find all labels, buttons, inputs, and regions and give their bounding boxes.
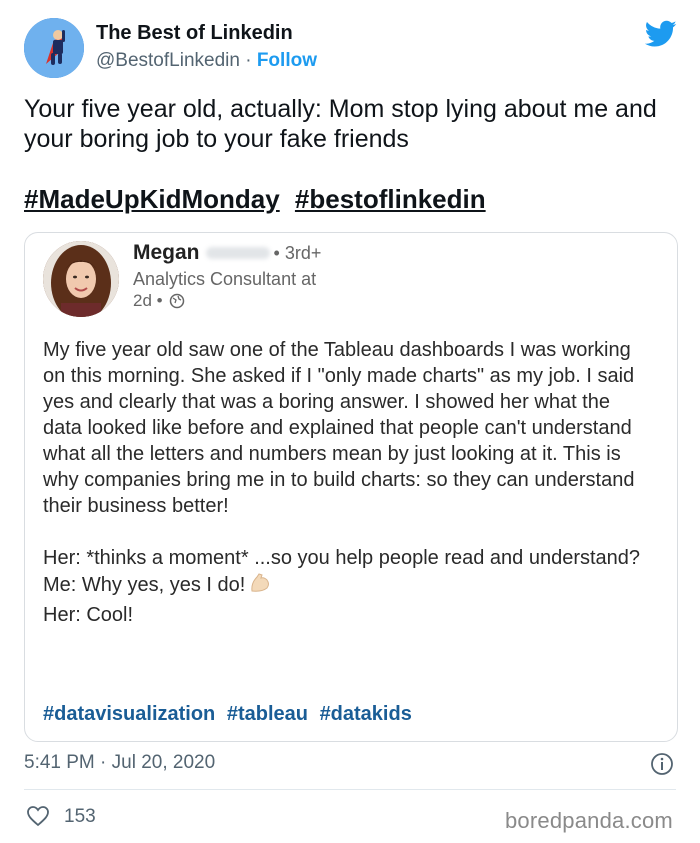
twitter-bird-icon[interactable] <box>645 20 677 48</box>
like-count: 153 <box>64 806 96 827</box>
linkedin-hashtags: #datavisualization #tableau #datakids <box>43 703 418 726</box>
post-body-tail: Her: Cool! <box>43 604 134 626</box>
boredpanda-watermark: boredpanda.com <box>505 808 673 833</box>
profile-photo-icon <box>43 241 119 317</box>
post-age: 2d • <box>133 291 185 311</box>
post-body-text: My five year old saw one of the Tableau … <box>43 339 641 596</box>
embedded-linkedin-post: Megan • 3rd+ Analytics Consultant at 2d •… <box>24 232 678 742</box>
linkedin-hashtag-link[interactable]: #datavisualization <box>43 703 215 725</box>
connection-degree: • 3rd+ <box>273 243 322 263</box>
flexed-biceps-emoji-icon <box>249 571 273 602</box>
author-handle-row: @BestofLinkedin · Follow <box>96 50 317 72</box>
tweet-timestamp[interactable]: 5:41 PM · Jul 20, 2020 <box>24 752 215 774</box>
globe-icon <box>170 293 185 309</box>
linkedin-author-name[interactable]: Megan • 3rd+ <box>133 241 321 265</box>
superhero-avatar-icon <box>24 18 84 78</box>
info-icon[interactable] <box>650 752 674 776</box>
linkedin-post-body: My five year old saw one of the Tableau … <box>43 337 653 628</box>
linkedin-author-avatar <box>43 241 119 317</box>
tweet-card: The Best of Linkedin @BestofLinkedin · F… <box>0 0 700 843</box>
linkedin-hashtag-link[interactable]: #tableau <box>227 703 308 725</box>
hashtag-link[interactable]: #MadeUpKidMonday <box>24 184 280 214</box>
linkedin-author-title: Analytics Consultant at <box>133 269 317 289</box>
author-handle[interactable]: @BestofLinkedin <box>96 50 240 71</box>
handle-separator: · <box>239 50 257 71</box>
author-name[interactable]: The Best of Linkedin <box>96 22 293 45</box>
blurred-surname <box>205 247 270 260</box>
tweet-hashtags: #MadeUpKidMonday #bestoflinkedin <box>24 184 494 215</box>
post-age-text: 2d • <box>133 291 163 310</box>
footer-divider <box>24 789 676 790</box>
linkedin-hashtag-link[interactable]: #datakids <box>320 703 412 725</box>
follow-button[interactable]: Follow <box>257 50 317 71</box>
hashtag-link[interactable]: #bestoflinkedin <box>295 184 486 214</box>
linkedin-author-first-name[interactable]: Megan <box>133 241 200 264</box>
tweet-text: Your five year old, actually: Mom stop l… <box>24 95 657 153</box>
heart-icon[interactable] <box>26 805 50 827</box>
author-avatar[interactable] <box>24 18 84 78</box>
